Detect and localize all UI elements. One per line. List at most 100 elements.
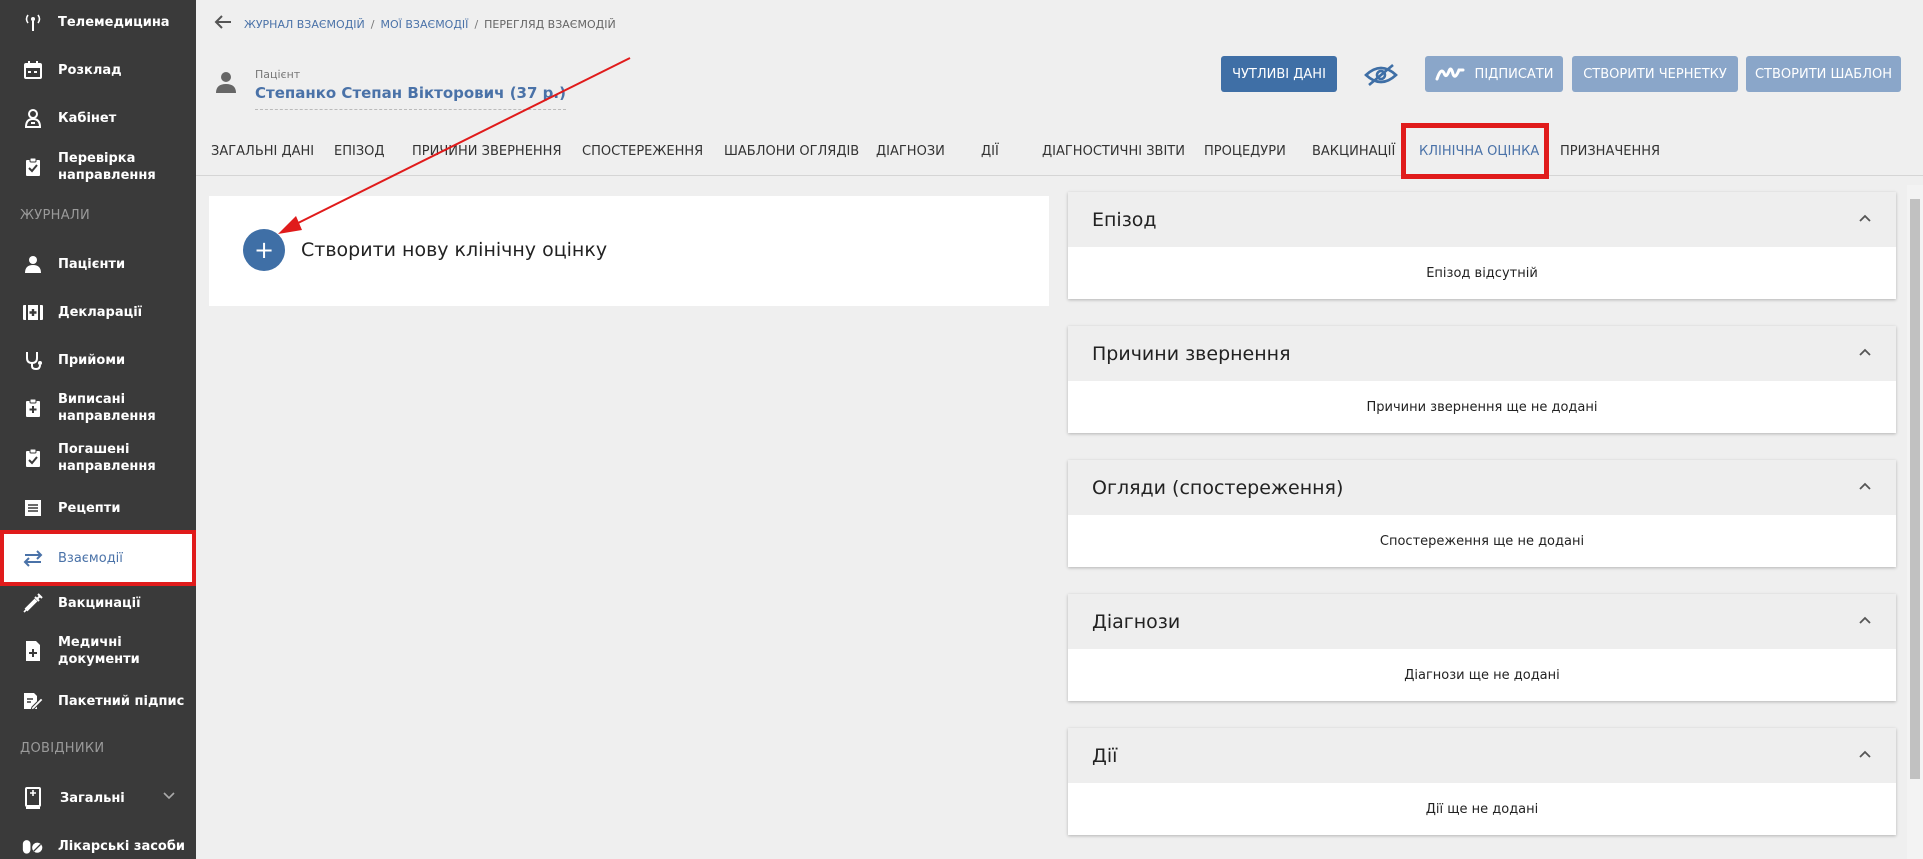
accordion-reasons: Причини звернення Причини звернення ще н… xyxy=(1068,326,1896,433)
accordion-header[interactable]: Діагнози xyxy=(1068,594,1896,649)
sidebar-item-label: Медичні документи xyxy=(58,635,140,667)
chevron-down-icon[interactable] xyxy=(162,789,176,807)
accordion-body: Причини звернення ще не додані xyxy=(1366,399,1598,415)
sidebar-item-label: Телемедицина xyxy=(58,14,170,30)
sidebar-item-label: Погашені направлення xyxy=(58,442,156,474)
chevron-up-icon[interactable] xyxy=(1856,210,1874,228)
tab-reasons[interactable]: ПРИЧИНИ ЗВЕРНЕННЯ xyxy=(412,126,562,176)
accordion-diagnoses: Діагнози Діагнози ще не додані xyxy=(1068,594,1896,701)
chevron-up-icon[interactable] xyxy=(1856,746,1874,764)
sidebar-item-prescriptions[interactable]: Рецепти xyxy=(0,494,196,522)
tab-diagnoses[interactable]: ДІАГНОЗИ xyxy=(876,126,945,176)
accordion-header[interactable]: Дії xyxy=(1068,728,1896,783)
tab-general[interactable]: ЗАГАЛЬНІ ДАНІ xyxy=(211,126,314,176)
sidebar-item-label: Взаємодії xyxy=(58,550,123,566)
accordion-title: Причини звернення xyxy=(1092,342,1291,365)
calendar-icon xyxy=(22,59,44,81)
pills-icon xyxy=(22,835,44,857)
create-draft-button[interactable]: СТВОРИТИ ЧЕРНЕТКУ xyxy=(1572,56,1738,92)
sidebar-section-references: ДОВІДНИКИ xyxy=(20,741,105,756)
tab-observations[interactable]: СПОСТЕРЕЖЕННЯ xyxy=(582,126,703,176)
scrollbar[interactable] xyxy=(1907,185,1923,859)
book-icon xyxy=(22,787,44,809)
sidebar-item-medical-documents[interactable]: Медичні документи xyxy=(0,631,196,671)
sidebar-item-label: Пакетний підпис xyxy=(58,693,185,709)
doctor-icon xyxy=(22,107,44,129)
add-assessment-button[interactable]: + xyxy=(243,229,285,271)
antenna-icon xyxy=(22,11,44,33)
clipboard-done-icon xyxy=(22,447,44,469)
sidebar: Телемедицина Розклад Кабінет Перевірка н… xyxy=(0,0,196,859)
sidebar-item-patients[interactable]: Пацієнти xyxy=(0,250,196,278)
sidebar-item-schedule[interactable]: Розклад xyxy=(0,56,196,84)
accordion-title: Дії xyxy=(1092,744,1118,767)
document-plus-icon xyxy=(22,640,44,662)
patient-name[interactable]: Степанко Степан Вікторович (37 р.) xyxy=(255,84,566,110)
tab-procedures[interactable]: ПРОЦЕДУРИ xyxy=(1204,126,1286,176)
scrollbar-thumb[interactable] xyxy=(1910,199,1920,779)
breadcrumb-separator: / xyxy=(474,18,479,31)
clipboard-plus-icon xyxy=(22,397,44,419)
tab-episode[interactable]: ЕПІЗОД xyxy=(334,126,385,176)
sidebar-item-issued-referrals[interactable]: Виписані направлення xyxy=(0,388,196,428)
create-template-button[interactable]: СТВОРИТИ ШАБЛОН xyxy=(1746,56,1901,92)
sidebar-item-vaccinations[interactable]: Вакцинації xyxy=(0,589,196,617)
sidebar-item-redeemed-referrals[interactable]: Погашені направлення xyxy=(0,438,196,478)
breadcrumb-link-journal[interactable]: ЖУРНАЛ ВЗАЄМОДІЙ xyxy=(244,18,365,31)
stethoscope-icon xyxy=(22,349,44,371)
sidebar-item-referral-check[interactable]: Перевірка направлення xyxy=(0,147,196,187)
patient-label: Пацієнт xyxy=(255,68,301,81)
accordion-body: Епізод відсутній xyxy=(1426,265,1538,281)
chevron-up-icon[interactable] xyxy=(1856,344,1874,362)
sidebar-item-interactions[interactable]: Взаємодії xyxy=(0,530,196,586)
person-icon xyxy=(214,70,238,98)
accordion-body: Дії ще не додані xyxy=(1425,801,1539,817)
sidebar-item-label: Пацієнти xyxy=(58,256,126,272)
accordion-header[interactable]: Епізод xyxy=(1068,192,1896,247)
medical-case-icon xyxy=(22,301,44,323)
sidebar-item-label: Кабінет xyxy=(58,110,117,126)
sidebar-item-declarations[interactable]: Декларації xyxy=(0,298,196,326)
create-assessment-label[interactable]: Створити нову клінічну оцінку xyxy=(301,239,607,261)
accordion-episode: Епізод Епізод відсутній xyxy=(1068,192,1896,299)
tab-prescriptions[interactable]: ПРИЗНАЧЕННЯ xyxy=(1560,126,1660,176)
sidebar-item-label: Перевірка направлення xyxy=(58,151,156,183)
create-assessment-panel: + Створити нову клінічну оцінку xyxy=(209,196,1049,306)
person-icon xyxy=(22,253,44,275)
chevron-up-icon[interactable] xyxy=(1856,478,1874,496)
sidebar-item-batch-signing[interactable]: Пакетний підпис xyxy=(0,687,196,715)
plus-icon: + xyxy=(253,236,275,264)
list-icon xyxy=(22,497,44,519)
tab-exam-templates[interactable]: ШАБЛОНИ ОГЛЯДІВ xyxy=(724,126,859,176)
accordion-body: Спостереження ще не додані xyxy=(1379,533,1585,549)
sidebar-item-appointments[interactable]: Прийоми xyxy=(0,346,196,374)
sidebar-item-label: Розклад xyxy=(58,62,122,78)
back-arrow-icon[interactable] xyxy=(214,14,232,35)
tab-vaccinations[interactable]: ВАКЦИНАЦІЇ xyxy=(1312,126,1395,176)
accordion-observations: Огляди (спостереження) Спостереження ще … xyxy=(1068,460,1896,567)
sidebar-item-label: Виписані направлення xyxy=(58,392,156,424)
chevron-up-icon[interactable] xyxy=(1856,612,1874,630)
accordion-actions: Дії Дії ще не додані xyxy=(1068,728,1896,835)
swap-arrows-icon xyxy=(22,547,44,569)
breadcrumb-link-my-interactions[interactable]: МОЇ ВЗАЄМОДІЇ xyxy=(381,18,469,31)
accordion-header[interactable]: Причини звернення xyxy=(1068,326,1896,381)
tab-diagnostic-reports[interactable]: ДІАГНОСТИЧНІ ЗВІТИ xyxy=(1042,126,1185,176)
accordion-title: Діагнози xyxy=(1092,610,1181,633)
sidebar-item-general[interactable]: Загальні xyxy=(0,784,196,812)
sidebar-item-telemedicine[interactable]: Телемедицина xyxy=(0,8,196,36)
sidebar-item-office[interactable]: Кабінет xyxy=(0,104,196,132)
breadcrumb-separator: / xyxy=(370,18,375,31)
sensitive-data-button[interactable]: ЧУТЛИВІ ДАНІ xyxy=(1221,56,1337,92)
accordion-title: Огляди (спостереження) xyxy=(1092,476,1344,499)
clipboard-check-icon xyxy=(22,156,44,178)
breadcrumb: ЖУРНАЛ ВЗАЄМОДІЙ / МОЇ ВЗАЄМОДІЇ / ПЕРЕГ… xyxy=(214,14,616,35)
sidebar-item-label: Рецепти xyxy=(58,500,121,516)
sidebar-item-label: Вакцинації xyxy=(58,595,141,611)
accordion-header[interactable]: Огляди (спостереження) xyxy=(1068,460,1896,515)
sign-button[interactable]: ПІДПИСАТИ xyxy=(1425,56,1563,92)
sidebar-item-medicines[interactable]: Лікарські засоби xyxy=(0,832,196,859)
tab-actions[interactable]: ДІЇ xyxy=(981,126,999,176)
signature-icon xyxy=(1435,65,1465,83)
eye-off-icon[interactable] xyxy=(1364,63,1398,91)
